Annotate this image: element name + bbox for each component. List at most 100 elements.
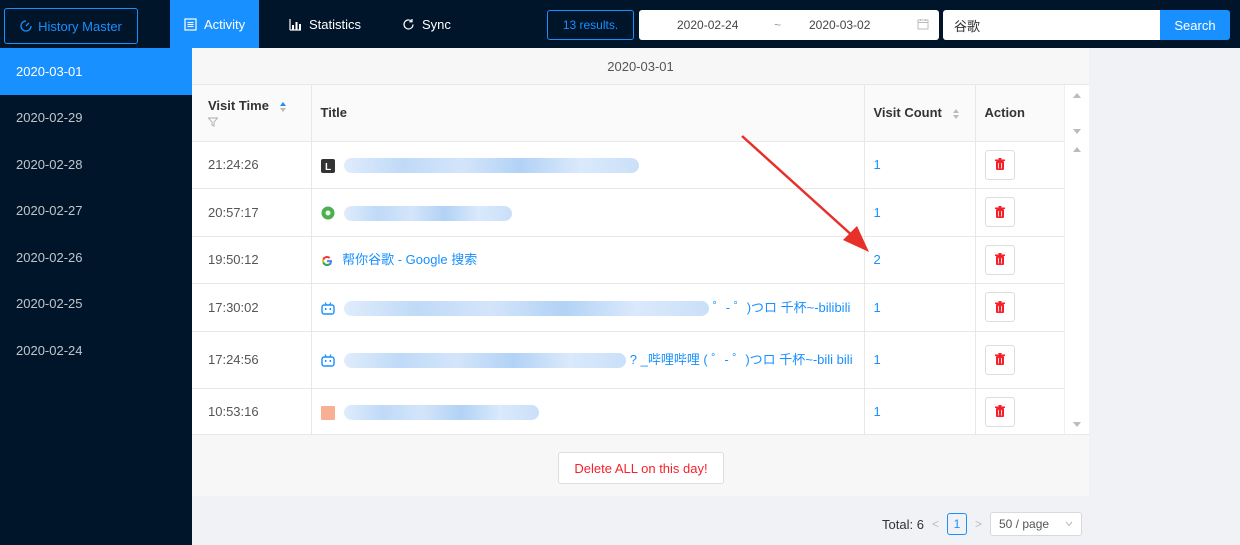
visit-count-cell: 1: [863, 283, 975, 332]
column-title-label: Title: [320, 105, 348, 121]
trash-icon: [994, 300, 1005, 313]
blurred-title: [344, 300, 710, 316]
tab-activity-label: Activity: [204, 16, 246, 32]
search-input[interactable]: [943, 10, 1160, 40]
chevron-down-icon: [1065, 521, 1073, 527]
sidebar-item-label: 2020-02-24: [16, 342, 83, 358]
delete-button[interactable]: [984, 197, 1015, 228]
scroll-up-icon[interactable]: [1073, 93, 1081, 98]
visit-time-cell: 17:30:02: [192, 283, 311, 332]
blurred-title: [344, 405, 540, 421]
delete-button[interactable]: [984, 292, 1015, 323]
scroll-down-icon[interactable]: [1073, 422, 1081, 427]
title-cell[interactable]: ? _哔哩哔哩 ( ゜- ゜)つロ 千杯~-bili bili: [310, 331, 864, 389]
bilibili-icon: [320, 301, 335, 315]
scroll-up-icon[interactable]: [1073, 147, 1081, 152]
delete-button[interactable]: [984, 344, 1015, 375]
table-row: 17:24:56 ? _哔哩哔哩 ( ゜- ゜)つロ 千杯~-bili bili…: [192, 331, 1064, 389]
title-link[interactable]: ? _哔哩哔哩 ( ゜- ゜)つロ 千杯~-bili bili: [630, 352, 853, 367]
visit-count-cell: 1: [863, 331, 975, 389]
letter-l-favicon-icon: L: [320, 158, 335, 173]
total-count-label: Total: 6: [882, 516, 924, 532]
date-start[interactable]: 2020-02-24: [677, 18, 738, 32]
column-action-label: Action: [984, 105, 1025, 121]
google-icon: [321, 255, 332, 266]
svg-text:L: L: [325, 162, 331, 173]
date-separator: ~: [774, 18, 782, 32]
delete-all-button[interactable]: Delete ALL on this day!: [558, 452, 724, 484]
title-link[interactable]: 帮你谷歌 - Google 搜索: [342, 252, 477, 267]
column-visit-time-label: Visit Time: [208, 98, 269, 114]
prev-page-icon[interactable]: <: [932, 517, 939, 531]
title-cell[interactable]: L: [310, 141, 864, 189]
visit-time-cell: 10:53:16: [192, 388, 311, 434]
blurred-title: [344, 353, 627, 369]
green-circle-favicon-icon: [321, 206, 334, 220]
visit-time-cell: 21:24:26: [192, 141, 311, 189]
results-count-badge: 13 results.: [547, 10, 634, 40]
sidebar-item-label: 2020-03-01: [16, 63, 83, 79]
trash-icon: [994, 405, 1005, 418]
sidebar-item-2020-02-26[interactable]: 2020-02-26: [0, 234, 192, 281]
filter-icon[interactable]: [208, 117, 218, 127]
history-table: Visit Time Title Visit Count Action 21:2…: [192, 85, 1064, 434]
column-header-visit-count[interactable]: Visit Count: [863, 85, 975, 142]
next-page-icon[interactable]: >: [975, 517, 982, 531]
trash-icon: [994, 205, 1005, 218]
tab-sync-label: Sync: [422, 16, 451, 32]
brand-button[interactable]: History Master: [4, 8, 138, 44]
bar-chart-icon: [289, 18, 301, 31]
sidebar-item-label: 2020-02-29: [16, 110, 83, 126]
delete-button[interactable]: [984, 396, 1015, 427]
blurred-title: [344, 205, 513, 221]
title-cell[interactable]: [310, 388, 864, 434]
action-cell: [974, 188, 1064, 237]
sidebar-item-2020-02-24[interactable]: 2020-02-24: [0, 327, 192, 374]
title-cell[interactable]: 帮你谷歌 - Google 搜索: [310, 236, 864, 284]
list-icon: [184, 17, 197, 31]
trash-icon: [994, 253, 1005, 266]
tab-statistics[interactable]: Statistics: [275, 0, 375, 48]
scroll-down-icon[interactable]: [1073, 129, 1081, 134]
sort-caret-icon[interactable]: [952, 108, 960, 120]
table-scrollbar[interactable]: [1064, 85, 1089, 434]
sidebar-item-2020-02-29[interactable]: 2020-02-29: [0, 95, 192, 142]
sidebar-item-label: 2020-02-26: [16, 249, 83, 265]
table-header-row: Visit Time Title Visit Count Action: [192, 85, 1064, 142]
history-table-container: Visit Time Title Visit Count Action 21:2…: [192, 85, 1089, 434]
action-cell: [974, 283, 1064, 332]
sidebar-item-label: 2020-02-25: [16, 296, 83, 312]
visit-time-cell: 19:50:12: [192, 236, 311, 284]
title-cell[interactable]: [310, 188, 864, 237]
visit-time-cell: 20:57:17: [192, 188, 311, 237]
search-button[interactable]: Search: [1160, 10, 1230, 40]
main-content: 2020-03-01 Visit Time Title Visit Count: [192, 48, 1240, 545]
trash-icon: [994, 158, 1005, 171]
calendar-icon: [917, 19, 929, 30]
delete-button[interactable]: [984, 149, 1015, 180]
tab-activity[interactable]: Activity: [170, 0, 260, 48]
date-range-picker[interactable]: 2020-02-24 ~ 2020-03-02: [639, 10, 939, 40]
table-row: 20:57:17 1: [192, 188, 1064, 237]
table-row: 17:30:02 ゜- ゜)つロ 千杯~-bilibili 1: [192, 283, 1064, 332]
tab-statistics-label: Statistics: [309, 16, 362, 32]
page-size-label: 50 / page: [999, 517, 1050, 531]
sidebar-item-2020-02-25[interactable]: 2020-02-25: [0, 281, 192, 328]
page-size-select[interactable]: 50 / page: [990, 512, 1082, 536]
visit-count-cell: 2: [863, 236, 975, 284]
sidebar: 2020-03-01 2020-02-29 2020-02-28 2020-02…: [0, 48, 192, 545]
title-cell[interactable]: ゜- ゜)つロ 千杯~-bilibili: [310, 283, 864, 332]
sidebar-item-2020-02-27[interactable]: 2020-02-27: [0, 188, 192, 235]
sidebar-item-2020-03-01[interactable]: 2020-03-01: [0, 48, 192, 95]
title-link[interactable]: ゜- ゜)つロ 千杯~-bilibili: [713, 300, 851, 315]
sort-caret-icon[interactable]: [279, 101, 287, 113]
sidebar-item-label: 2020-02-28: [16, 156, 83, 172]
column-header-visit-time[interactable]: Visit Time: [192, 85, 311, 142]
column-header-title: Title: [310, 85, 864, 142]
page-number-button[interactable]: 1: [946, 513, 967, 535]
brand-label: History Master: [38, 18, 122, 34]
date-end[interactable]: 2020-03-02: [809, 18, 870, 32]
tab-sync[interactable]: Sync: [388, 0, 465, 48]
delete-button[interactable]: [984, 244, 1015, 275]
sidebar-item-2020-02-28[interactable]: 2020-02-28: [0, 141, 192, 188]
